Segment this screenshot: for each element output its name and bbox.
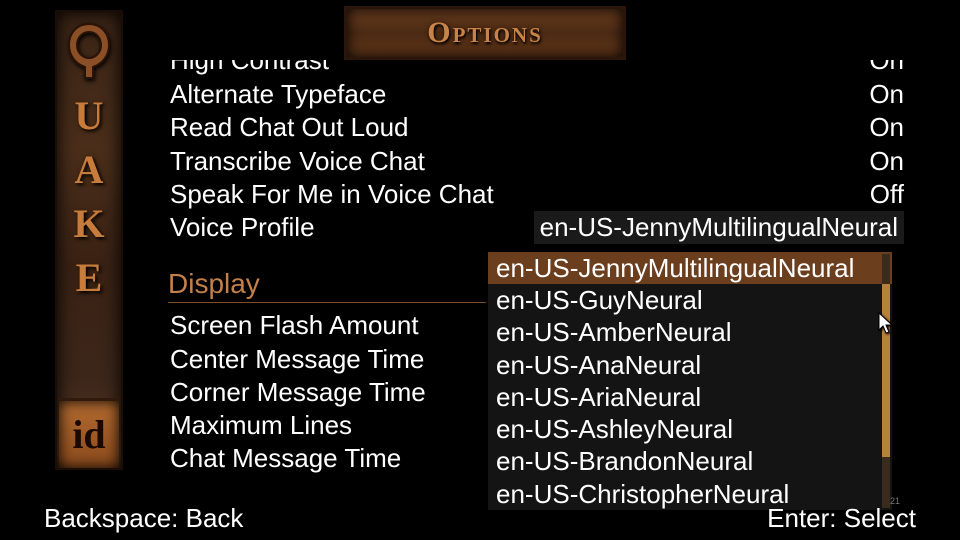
option-row-read-chat-out-loud[interactable]: Read Chat Out Loud On [168, 111, 906, 144]
option-label: Center Message Time [170, 343, 424, 376]
option-value: On [869, 111, 904, 144]
banner-letter: K [73, 199, 104, 249]
hint-back: Backspace: Back [44, 503, 243, 534]
option-label: Corner Message Time [170, 376, 426, 409]
option-label: Voice Profile [170, 211, 315, 244]
page-title: Options [427, 16, 543, 50]
option-label: High Contrast [170, 60, 329, 77]
option-row-voice-profile[interactable]: Voice Profile en-US-JennyMultilingualNeu… [168, 211, 906, 244]
corner-small-text: 21 [890, 496, 900, 506]
option-value: On [869, 145, 904, 178]
banner-letter: A [75, 145, 104, 195]
id-software-logo: id [59, 398, 119, 468]
dropdown-option[interactable]: en-US-AshleyNeural [488, 413, 892, 445]
dropdown-option[interactable]: en-US-JennyMultilingualNeural [488, 252, 892, 284]
option-row-high-contrast[interactable]: High Contrast On [168, 60, 906, 78]
option-value: On [869, 78, 904, 111]
option-label: Maximum Lines [170, 409, 352, 442]
banner-letter: U [75, 91, 104, 141]
dropdown-option[interactable]: en-US-BrandonNeural [488, 445, 892, 477]
dropdown-option[interactable]: en-US-AnaNeural [488, 349, 892, 381]
voice-profile-dropdown[interactable]: en-US-JennyMultilingualNeural en-US-GuyN… [488, 252, 892, 510]
voice-profile-selected[interactable]: en-US-JennyMultilingualNeural [534, 211, 904, 244]
dropdown-scrollbar[interactable] [882, 254, 890, 508]
scrollbar-thumb[interactable] [882, 284, 890, 457]
option-row-speak-for-me[interactable]: Speak For Me in Voice Chat Off [168, 178, 906, 211]
banner-letter: E [76, 253, 103, 303]
quake-logo-icon [65, 22, 113, 89]
section-header-display: Display [168, 268, 486, 303]
option-label: Alternate Typeface [170, 78, 386, 111]
option-label: Speak For Me in Voice Chat [170, 178, 494, 211]
hint-select: Enter: Select [767, 503, 916, 534]
option-label: Chat Message Time [170, 442, 401, 475]
footer-hints: Backspace: Back Enter: Select [44, 503, 916, 534]
option-value: Off [870, 178, 904, 211]
option-row-alternate-typeface[interactable]: Alternate Typeface On [168, 78, 906, 111]
option-label: Transcribe Voice Chat [170, 145, 425, 178]
option-row-transcribe-voice-chat[interactable]: Transcribe Voice Chat On [168, 145, 906, 178]
page-title-plate: Options [344, 6, 626, 60]
dropdown-option[interactable]: en-US-AmberNeural [488, 316, 892, 348]
dropdown-option[interactable]: en-US-GuyNeural [488, 284, 892, 316]
option-value: On [869, 60, 904, 77]
game-vertical-banner: U A K E id [55, 10, 123, 470]
option-label: Screen Flash Amount [170, 309, 419, 342]
dropdown-option[interactable]: en-US-AriaNeural [488, 381, 892, 413]
option-label: Read Chat Out Loud [170, 111, 409, 144]
